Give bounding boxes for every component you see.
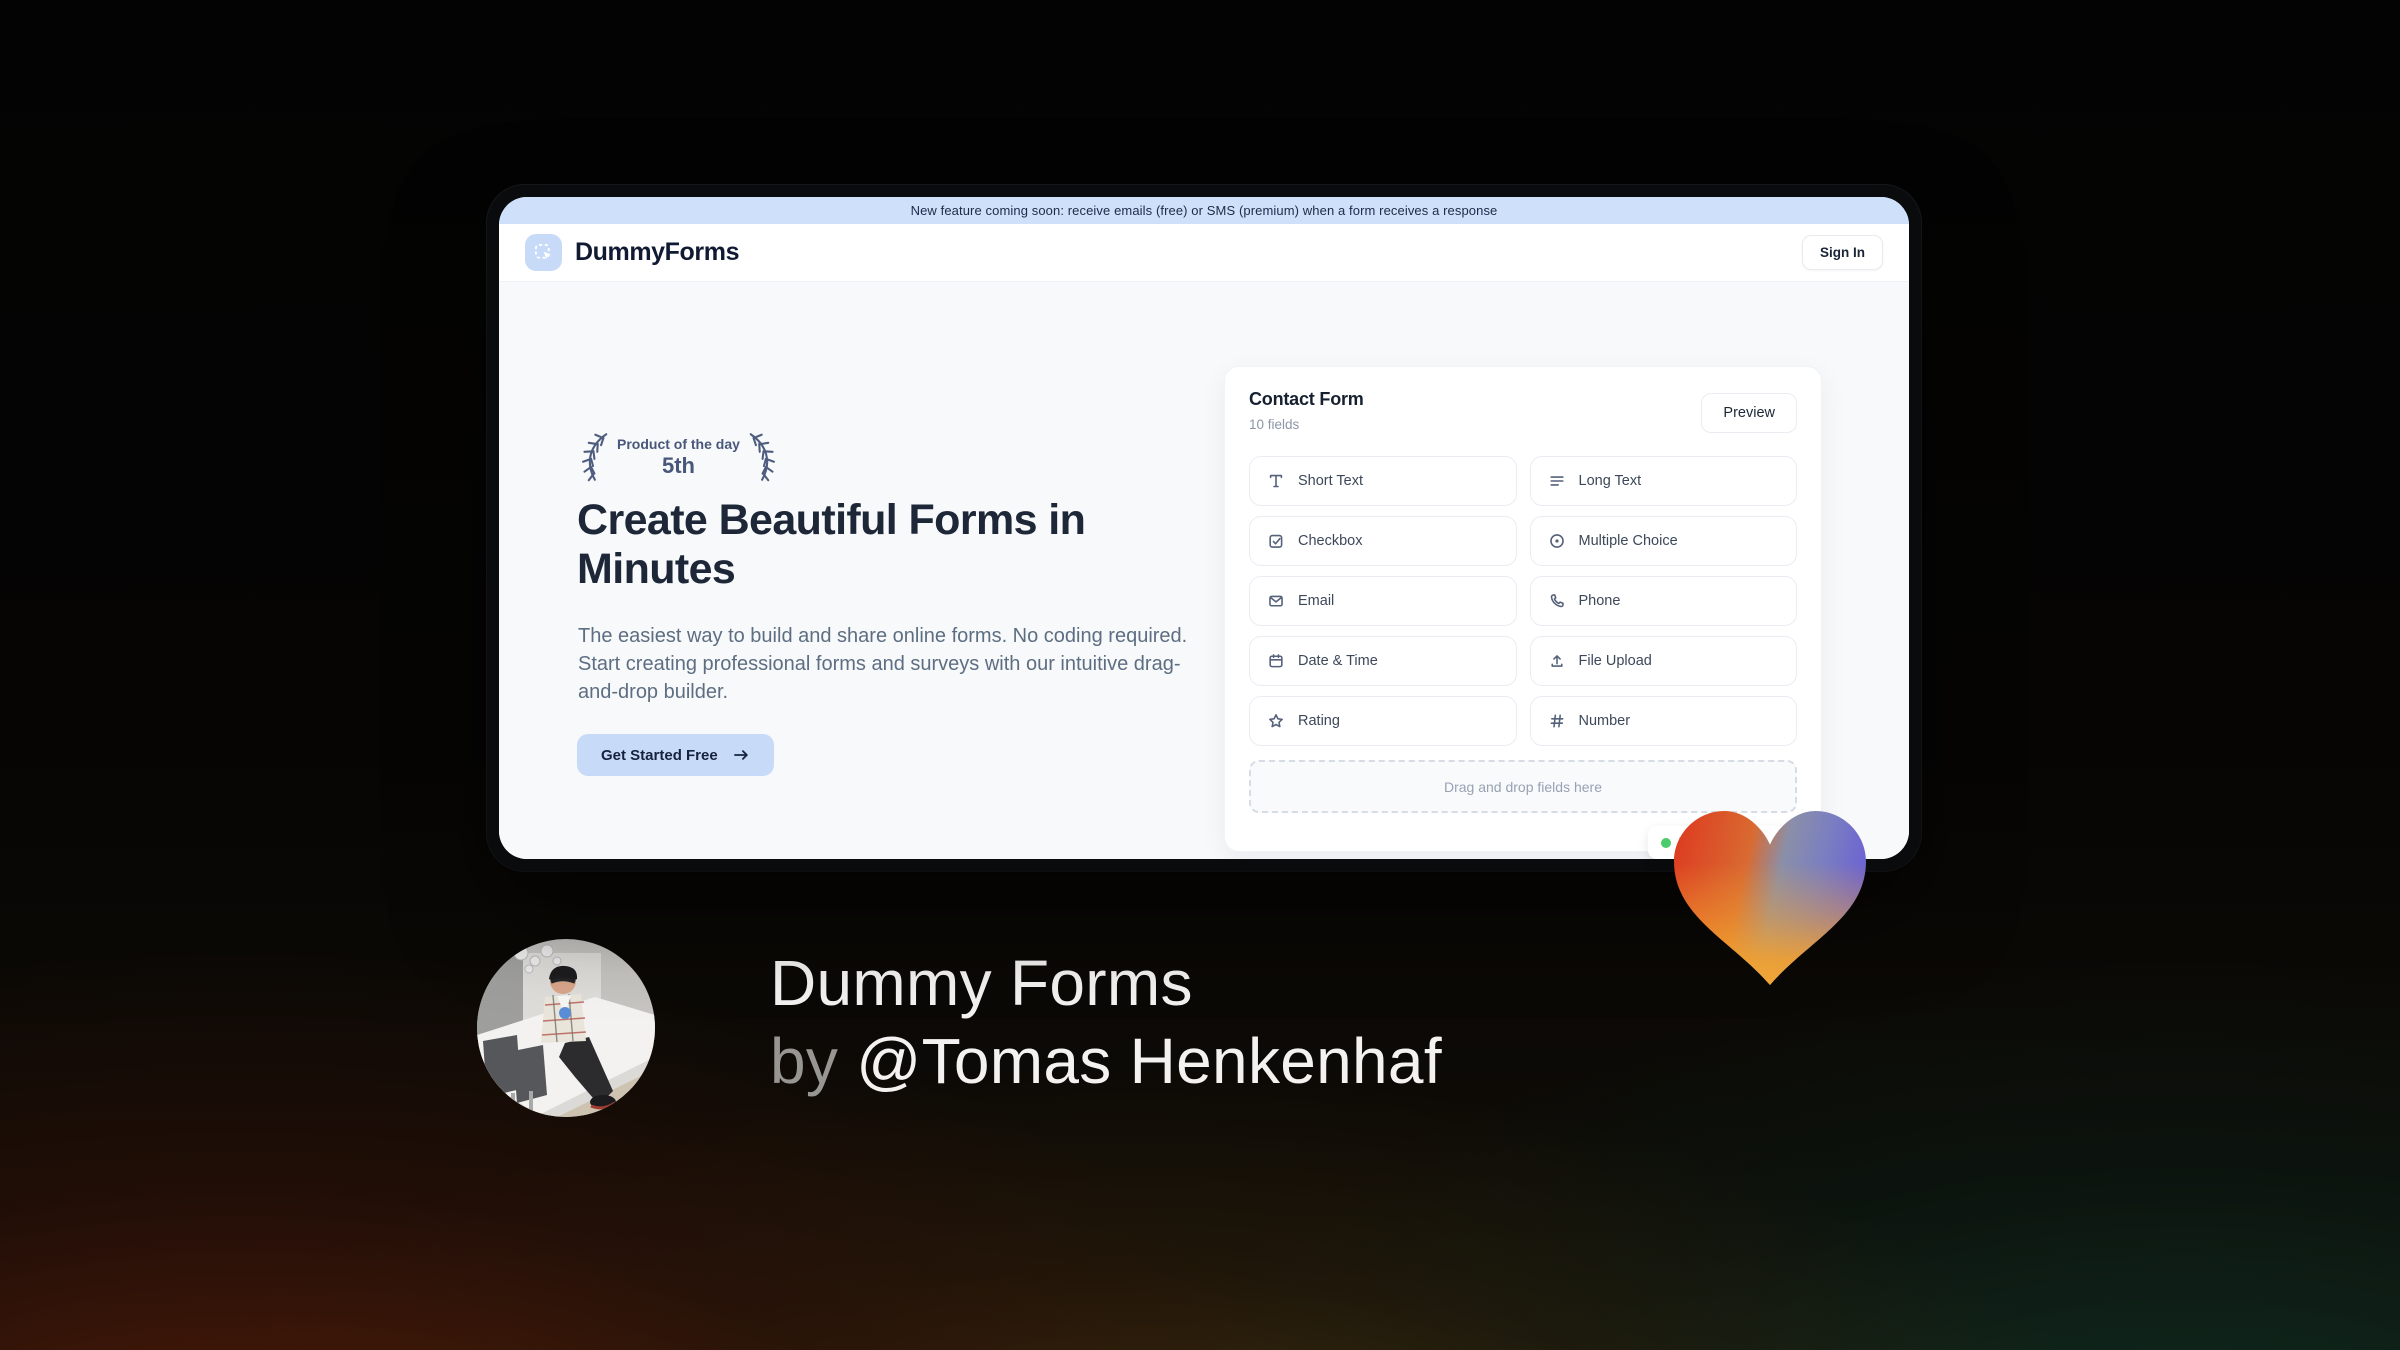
field-type-button[interactable]: Phone — [1529, 576, 1797, 626]
laurel-left-icon — [582, 433, 608, 482]
get-started-label: Get Started Free — [601, 746, 718, 764]
field-grid: Short Text Long Text Checkbox Multiple Choi… — [1249, 456, 1797, 746]
hero-description: The easiest way to build and share onlin… — [578, 625, 1188, 703]
site-header: DummyForms Sign In — [499, 224, 1909, 282]
status-dot-icon — [1661, 837, 1671, 848]
byline-by: by — [770, 1025, 839, 1097]
brand-name: DummyForms — [575, 238, 740, 266]
dummyforms-site: New feature coming soon: receive emails … — [499, 197, 1909, 859]
field-type-label: Date & Time — [1298, 653, 1378, 669]
get-started-button[interactable]: Get Started Free — [577, 734, 774, 776]
dummyforms-logo[interactable] — [525, 234, 562, 271]
field-type-button[interactable]: Multiple Choice — [1529, 516, 1797, 566]
lines-icon — [1549, 476, 1564, 486]
calendar-icon — [1269, 654, 1283, 668]
field-type-label: Email — [1298, 593, 1335, 609]
award-line2: 5th — [661, 452, 695, 478]
dropzone-text: Drag and drop fields here — [1444, 778, 1602, 795]
browser-window-mockup: New feature coming soon: receive emails … — [487, 185, 1921, 871]
announcement-text: New feature coming soon: receive emails … — [910, 203, 1498, 218]
award-text: Product of the day 5th — [611, 436, 746, 479]
laurel-right-icon — [749, 433, 775, 482]
byline-author: @Tomas Henkenhaf — [856, 1025, 1442, 1097]
field-type-label: Phone — [1578, 593, 1621, 609]
text-icon — [1269, 474, 1283, 488]
award-line1: Product of the day — [617, 435, 740, 452]
upload-icon — [1550, 655, 1563, 667]
author-avatar — [477, 939, 655, 1117]
preview-button[interactable]: Preview — [1701, 393, 1797, 433]
checkbox-icon — [1269, 534, 1283, 548]
field-type-label: File Upload — [1578, 653, 1652, 669]
announcement-banner: New feature coming soon: receive emails … — [499, 197, 1909, 224]
field-type-label: Rating — [1298, 713, 1340, 729]
field-type-label: Number — [1578, 713, 1631, 729]
field-type-label: Long Text — [1578, 473, 1642, 489]
arrow-right-icon — [733, 750, 748, 760]
byline-product: Dummy Forms — [770, 947, 1193, 1019]
field-type-button[interactable]: Rating — [1249, 696, 1517, 746]
byline: Dummy Forms by @Tomas Henkenhaf — [770, 944, 1442, 1100]
product-of-the-day-badge: Product of the day 5th — [575, 428, 782, 486]
field-type-button[interactable]: Email — [1249, 576, 1517, 626]
star-icon — [1269, 714, 1283, 728]
field-type-button[interactable]: Long Text — [1529, 456, 1797, 506]
form-builder-card: Contact Form 10 fields Preview Short Tex… — [1224, 366, 1822, 852]
form-card-header: Contact Form 10 fields Preview — [1249, 389, 1797, 433]
hero-section: Product of the day 5th Create Beautiful … — [499, 282, 1909, 859]
field-type-label: Checkbox — [1298, 533, 1363, 549]
byline-author-line: by @Tomas Henkenhaf — [770, 1022, 1442, 1100]
heart-logo-icon — [1674, 811, 1866, 985]
field-type-button[interactable]: Checkbox — [1249, 516, 1517, 566]
field-type-label: Multiple Choice — [1578, 533, 1678, 549]
sign-in-button[interactable]: Sign In — [1802, 235, 1883, 270]
field-type-button[interactable]: Short Text — [1249, 456, 1517, 506]
field-type-label: Short Text — [1298, 473, 1364, 489]
field-type-button[interactable]: Date & Time — [1249, 636, 1517, 686]
hash-icon — [1550, 714, 1564, 728]
hero-title: Create Beautiful Forms in Minutes — [577, 496, 1086, 593]
envelope-icon — [1269, 595, 1283, 607]
field-type-button[interactable]: Number — [1529, 696, 1797, 746]
dropzone[interactable]: Drag and drop fields here — [1249, 760, 1797, 813]
radio-icon — [1549, 534, 1564, 548]
field-type-button[interactable]: File Upload — [1529, 636, 1797, 686]
phone-icon — [1550, 594, 1564, 608]
cursor-select-icon — [534, 243, 551, 259]
